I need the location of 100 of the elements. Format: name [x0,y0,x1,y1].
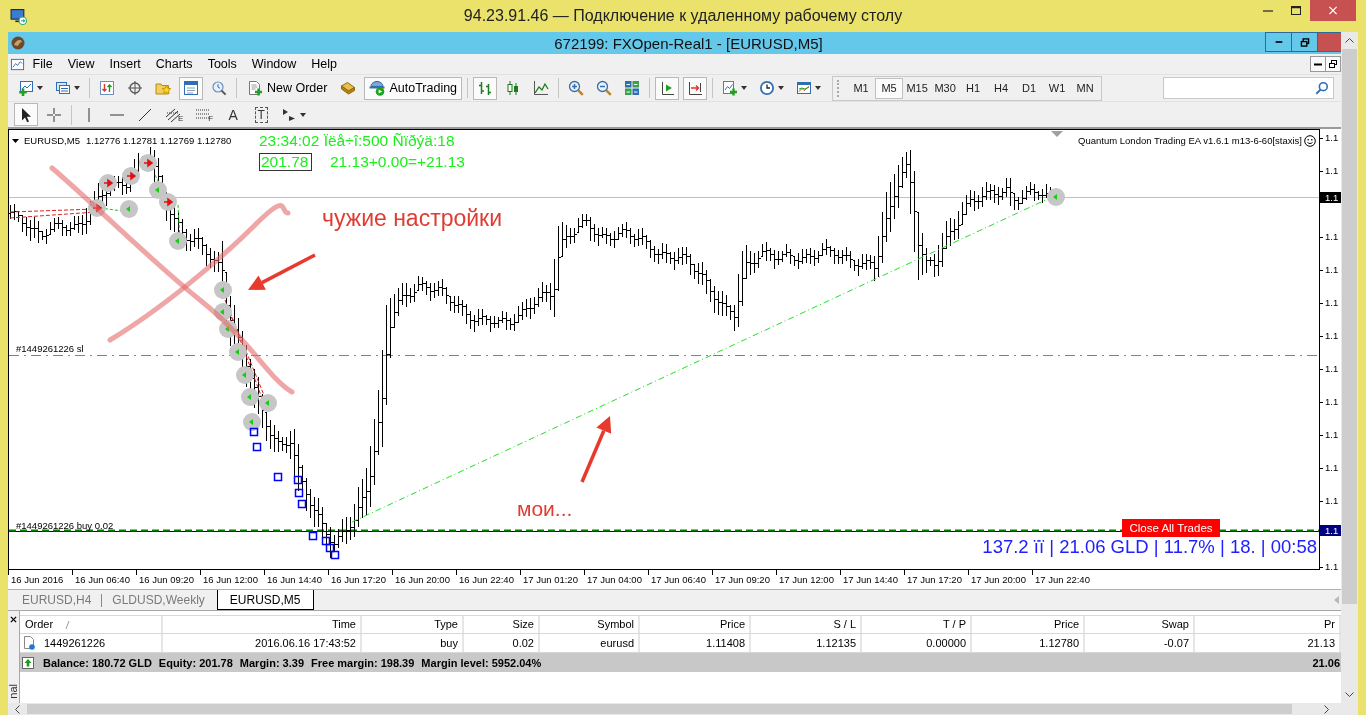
zoom-in-icon [568,80,585,96]
scrollbar-thumb[interactable] [1342,49,1357,604]
hat-play-icon [369,80,386,96]
menu-item[interactable]: File [25,55,61,73]
column-header[interactable]: Time [163,616,362,633]
column-header[interactable]: Size [464,616,540,633]
zoom-out-icon [596,80,613,96]
chart-shift-icon [659,80,676,96]
triangle-marker-icon [1051,131,1063,137]
minimize-button[interactable] [1310,56,1326,72]
fibo-tool-button[interactable]: F [191,103,218,126]
menu-item[interactable]: Charts [148,55,201,73]
column-header[interactable]: Price [972,616,1085,633]
column-header[interactable]: Swap [1085,616,1195,633]
bid-price-label: 1.1 [1320,192,1341,203]
chart-prices: 1.12776 1.12781 1.12769 1.12780 [85,135,232,146]
terminal-button[interactable] [179,76,203,100]
panel-window-icon [183,80,199,96]
timeframe-button[interactable]: M30 [931,77,960,99]
price-label: 1.1 [1325,495,1339,507]
bar-chart-button[interactable] [473,76,498,100]
timeframe-button[interactable]: H1 [959,77,988,99]
column-header[interactable]: S / L [751,616,862,633]
time-label: 17 Jun 22:40 [1035,574,1090,585]
price-label: 1.1 [1325,165,1339,177]
menu-item[interactable]: Tools [200,55,245,73]
time-label: 16 Jun 22:40 [459,574,514,585]
chart-document-plus-icon [722,80,739,96]
caret-icon [300,112,307,117]
time-label: 16 Jun 20:00 [395,574,450,585]
menu-item[interactable]: Insert [102,55,149,73]
column-header[interactable]: Order [20,616,163,633]
summary-text: Margin level: 5952.04% [421,656,542,669]
price-label: 1.1 [1325,429,1339,441]
timeframe-button[interactable]: M1 [847,77,876,99]
price-label: 1.1 [1325,132,1339,144]
menu-item[interactable]: Window [244,55,304,73]
timeframe-button[interactable]: W1 [1043,77,1072,99]
smiley-icon [1304,135,1316,147]
caret-icon[interactable] [12,138,19,143]
table-cell-text: 1449261226 [44,636,106,651]
price-label: 1.1 [1325,561,1339,570]
column-header[interactable]: Symbol [540,616,640,633]
column-header[interactable]: Type [362,616,464,633]
price-label: 1.1 [1325,231,1339,243]
label-tool-button[interactable]: T [249,103,274,126]
column-header[interactable]: T / P [862,616,972,633]
autoscroll-button[interactable] [683,76,708,100]
horizontal-scrollbar[interactable] [8,703,1358,715]
chart-tab[interactable]: EURUSD,M5 [216,590,314,610]
summary-text: Free margin: 198.39 [311,656,415,669]
price-label: 1.1 [1325,462,1339,474]
close-icon[interactable] [10,616,17,623]
tile-windows-icon [624,80,641,96]
timeframe-button[interactable]: H4 [987,77,1016,99]
new-order-button[interactable]: New Order [242,76,333,100]
price-label: 1.1 [1325,264,1339,276]
caret-icon [37,86,43,90]
price-label: 1.1 [1325,297,1339,309]
time-label: 17 Jun 17:20 [907,574,962,585]
timeframe-button[interactable]: MN [1071,77,1100,99]
timeframe-button[interactable]: D1 [1015,77,1044,99]
chart-tab[interactable]: GLDUSD,Weekly [104,590,213,609]
search-field[interactable] [1163,77,1334,99]
minimize-button[interactable] [1265,32,1292,52]
expert-label: Quantum London Trading EA v1.6.1 m13-6-60[staxis] [1078,135,1302,146]
app-logo-icon [11,36,25,50]
text-tool-button[interactable]: A [221,103,246,126]
time-label: 17 Jun 06:40 [651,574,706,585]
vertical-scrollbar[interactable] [1341,32,1358,703]
menu-item[interactable]: Help [303,55,345,73]
time-label: 17 Jun 20:00 [971,574,1026,585]
chart-shift-button[interactable] [655,76,680,100]
chart-tab[interactable]: EURUSD,H4 [14,590,100,609]
restore-button[interactable] [1325,56,1341,72]
time-label: 16 Jun 06:40 [75,574,130,585]
autotrading-button[interactable]: AutoTrading [364,76,463,100]
book-icon [340,80,357,96]
timeframe-button[interactable]: M15 [903,77,932,99]
close-all-trades-button[interactable]: Close All Trades [1122,519,1220,537]
column-header[interactable]: Price [640,616,751,633]
arrows-icon [281,106,298,123]
magnifier-clock-icon [211,80,227,96]
menu-item[interactable]: View [60,55,103,73]
line-chart-icon [533,80,550,96]
price-label: 1.1 [1325,363,1339,375]
window-title: 672199: FXOpen-Real1 - [EURUSD,M5] [554,34,823,52]
minimize-icon [1263,9,1273,12]
summary-text: Equity: 201.78 [158,656,233,669]
restore-button[interactable] [1291,32,1318,52]
timeframe-button[interactable]: M5 [875,77,904,99]
time-label: 17 Jun 12:00 [779,574,834,585]
fibo-channel-tool-button[interactable]: E [161,103,188,126]
cursor-tool-button[interactable] [14,103,38,126]
order-price-label: 1.1 [1320,525,1341,536]
scrollbar-thumb[interactable] [27,704,1292,714]
autoscroll-icon [687,80,704,96]
stacked-windows-icon [55,80,71,96]
time-label: 16 Jun 14:40 [267,574,322,585]
chart-window-icon [10,56,25,72]
